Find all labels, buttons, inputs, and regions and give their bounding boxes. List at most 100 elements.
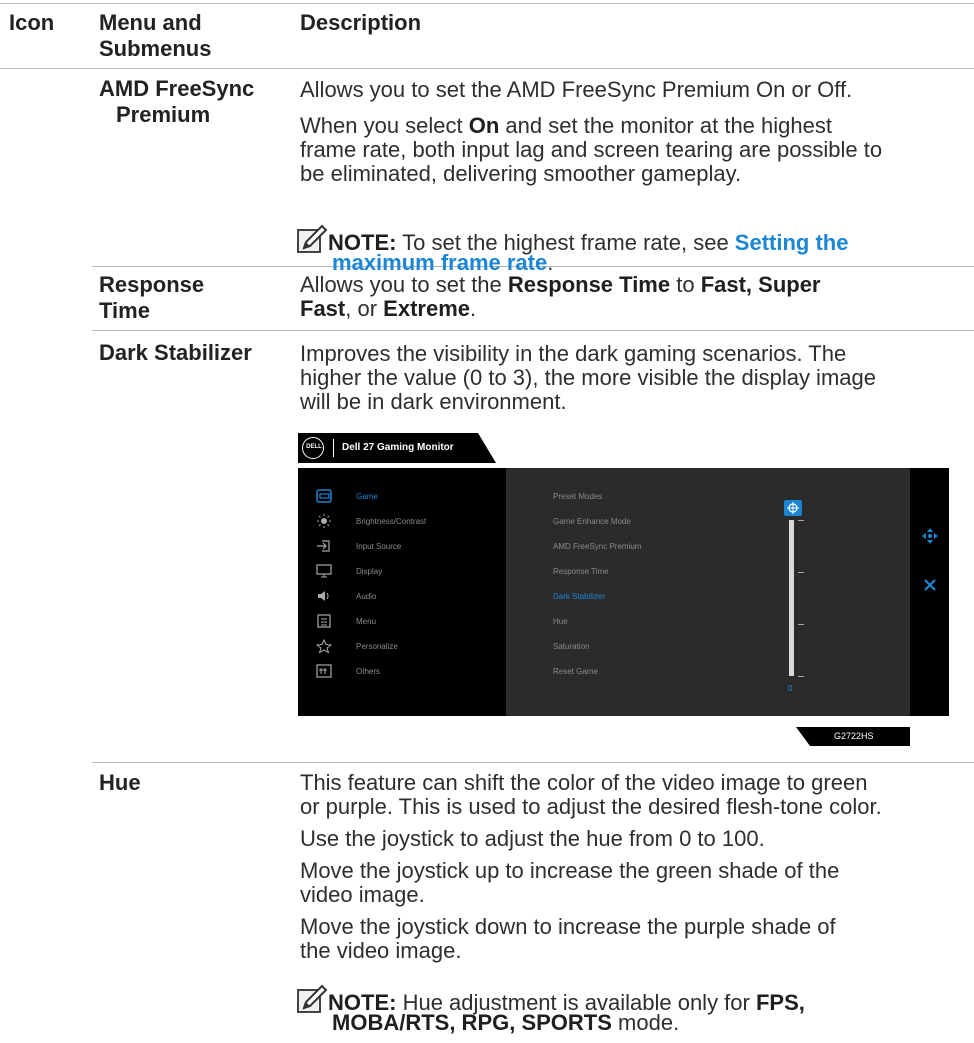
response-bold: Fast, Super bbox=[700, 272, 821, 297]
brightness-icon bbox=[317, 514, 331, 528]
osd-sub-freesync[interactable]: AMD FreeSync Premium bbox=[553, 542, 641, 551]
osd-menu-label: Others bbox=[356, 667, 381, 676]
slider-tick bbox=[798, 624, 804, 625]
slider-tick bbox=[798, 676, 804, 677]
osd-sub-game-enhance[interactable]: Game Enhance Mode bbox=[553, 517, 631, 526]
osd-menu-label: Personalize bbox=[356, 642, 398, 651]
osd-menu-label: Brightness/Contrast bbox=[356, 517, 427, 526]
game-icon bbox=[316, 489, 332, 503]
hue-p3-line1: Move the joystick up to increase the gre… bbox=[300, 858, 840, 883]
hue-description: This feature can shift the color of the … bbox=[300, 771, 970, 963]
model-tag: G2722HS bbox=[796, 727, 910, 746]
response-text: , or bbox=[345, 296, 384, 321]
hue-p1-line1: This feature can shift the color of the … bbox=[300, 770, 868, 795]
osd-menu-menu[interactable]: Menu bbox=[316, 611, 506, 633]
row-divider bbox=[92, 330, 974, 331]
menu-response-time: Response Time bbox=[99, 272, 204, 324]
dell-logo-text: DELL bbox=[306, 444, 322, 450]
display-icon bbox=[316, 564, 332, 578]
others-icon bbox=[316, 664, 332, 678]
hue-p4-line2: the video image. bbox=[300, 938, 462, 963]
response-bold: Response Time bbox=[507, 272, 671, 297]
response-text: . bbox=[470, 296, 477, 321]
osd-menu-brightness[interactable]: Brightness/Contrast bbox=[316, 511, 506, 533]
dark-stabilizer-slider[interactable] bbox=[789, 520, 794, 676]
header-menu-line1: Menu and bbox=[99, 10, 202, 35]
note-bold: FPS, bbox=[755, 990, 805, 1015]
osd-menu-game[interactable]: Game bbox=[316, 486, 506, 508]
hue-p3-line2: video image. bbox=[300, 882, 425, 907]
freesync-p2-rest: and set the monitor at the highest bbox=[499, 113, 832, 138]
menu-freesync-line1: AMD FreeSync bbox=[99, 76, 255, 101]
osd-menu-label: Menu bbox=[356, 617, 377, 626]
dark-stabilizer-icon bbox=[784, 500, 802, 516]
note-pencil-icon bbox=[297, 224, 328, 253]
menu-hue: Hue bbox=[99, 770, 141, 795]
response-bold: Fast bbox=[300, 296, 346, 321]
response-description: Allows you to set the Response Time to F… bbox=[300, 273, 970, 321]
osd-nav-column bbox=[910, 468, 949, 716]
link-setting-max-frame-rate[interactable]: Setting the bbox=[735, 230, 849, 255]
freesync-p2-line2: frame rate, both input lag and screen te… bbox=[300, 137, 883, 162]
osd-menu-label: Display bbox=[356, 567, 383, 576]
osd-header: DELL Dell 27 Gaming Monitor bbox=[298, 433, 496, 463]
joystick-move-icon[interactable] bbox=[922, 528, 938, 544]
osd-menu-display[interactable]: Display bbox=[316, 561, 506, 583]
star-icon bbox=[316, 639, 332, 653]
slider-tick bbox=[798, 572, 804, 573]
osd-menu-audio[interactable]: Audio bbox=[316, 586, 506, 608]
freesync-p2-pre: When you select bbox=[300, 113, 469, 138]
hue-p2: Use the joystick to adjust the hue from … bbox=[300, 826, 765, 851]
osd-sub-reset-game[interactable]: Reset Game bbox=[553, 667, 598, 676]
osd-menu-input-source[interactable]: Input Source bbox=[316, 536, 506, 558]
hue-note: NOTE: Hue adjustment is available only f… bbox=[296, 984, 972, 1035]
row-divider bbox=[92, 762, 974, 763]
menu-dark-stabilizer: Dark Stabilizer bbox=[99, 340, 252, 365]
osd-sub-dark-stabilizer[interactable]: Dark Stabilizer bbox=[553, 592, 605, 601]
menu-freesync: AMD FreeSync Premium bbox=[99, 76, 254, 128]
osd-menu-personalize[interactable]: Personalize bbox=[316, 636, 506, 658]
close-icon[interactable] bbox=[923, 578, 937, 592]
osd-sub-hue[interactable]: Hue bbox=[553, 617, 568, 626]
freesync-p2-bold: On bbox=[468, 113, 500, 138]
osd-menu-label: Audio bbox=[356, 592, 377, 601]
menu-freesync-line2: Premium bbox=[116, 102, 211, 127]
osd-submenu-panel: Preset Modes Game Enhance Mode AMD FreeS… bbox=[506, 468, 910, 716]
dark-description: Improves the visibility in the dark gami… bbox=[300, 342, 970, 414]
menu-response-line1: Response bbox=[99, 272, 205, 297]
osd-main-menu: Game Brightness/Contrast Input Source Di… bbox=[298, 468, 506, 716]
response-text: Allows you to set the bbox=[300, 272, 508, 297]
response-bold: Extreme bbox=[383, 296, 470, 321]
freesync-p2: When you select On and set the monitor a… bbox=[300, 114, 970, 186]
header-description: Description bbox=[300, 10, 422, 35]
input-source-icon bbox=[317, 540, 330, 552]
slider-value: 0 bbox=[788, 684, 793, 693]
osd-header-divider bbox=[333, 439, 334, 457]
hue-p4-line1: Move the joystick down to increase the p… bbox=[300, 914, 836, 939]
freesync-description: Allows you to set the AMD FreeSync Premi… bbox=[300, 78, 970, 186]
dark-line2: higher the value (0 to 3), the more visi… bbox=[300, 365, 876, 390]
header-menu-line2: Submenus bbox=[99, 36, 212, 61]
osd-menu-label: Input Source bbox=[356, 542, 402, 551]
model-name: G2722HS bbox=[834, 731, 874, 741]
dark-line3: will be in dark environment. bbox=[300, 389, 567, 414]
freesync-p1: Allows you to set the AMD FreeSync Premi… bbox=[300, 77, 853, 102]
note-pencil-icon bbox=[297, 984, 328, 1013]
dark-line1: Improves the visibility in the dark gami… bbox=[300, 341, 847, 366]
header-menu: Menu and Submenus bbox=[99, 10, 211, 62]
osd-menu-others[interactable]: Others bbox=[316, 661, 506, 683]
freesync-note: NOTE: To set the highest frame rate, see… bbox=[296, 224, 972, 275]
freesync-p2-line3: be eliminated, delivering smoother gamep… bbox=[300, 161, 742, 186]
osd-sub-saturation[interactable]: Saturation bbox=[553, 642, 589, 651]
menu-response-line2: Time bbox=[99, 298, 150, 323]
note-bold: MOBA/RTS, RPG, SPORTS bbox=[332, 1010, 612, 1035]
header-bottom-border bbox=[0, 68, 974, 69]
header-icon: Icon bbox=[9, 10, 55, 35]
osd-title: Dell 27 Gaming Monitor bbox=[342, 442, 454, 453]
response-text: to bbox=[670, 272, 701, 297]
hue-p1-line2: or purple. This is used to adjust the de… bbox=[300, 794, 882, 819]
osd-sub-response-time[interactable]: Response Time bbox=[553, 567, 609, 576]
osd-sub-preset-modes[interactable]: Preset Modes bbox=[553, 492, 602, 501]
note-end: mode. bbox=[611, 1010, 680, 1035]
table-top-border bbox=[0, 3, 974, 4]
